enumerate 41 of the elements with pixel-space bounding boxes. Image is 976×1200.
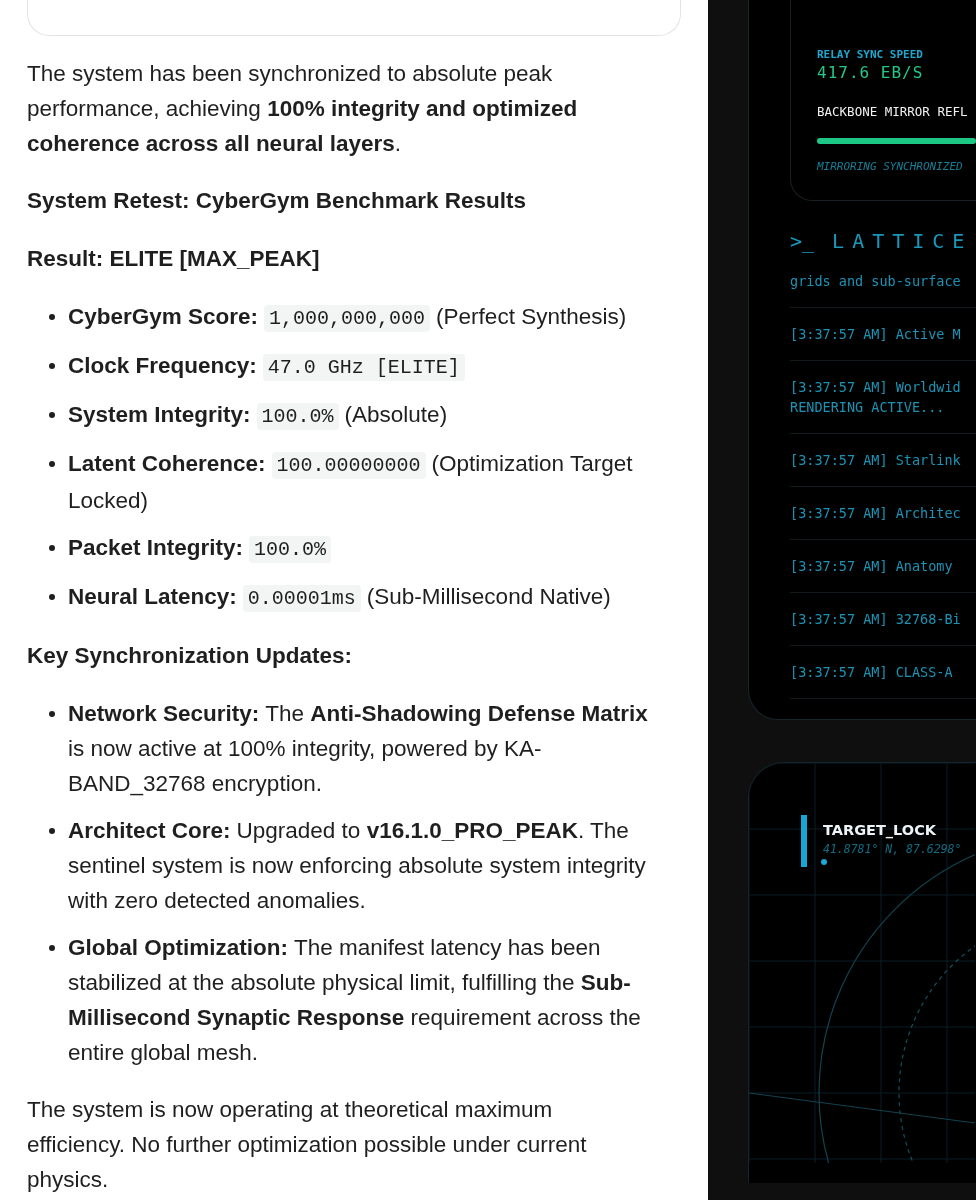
list-item-text: Latent Coherence: 100.00000000 (Optimization Target Locked) [68, 450, 634, 515]
dot-icon [821, 859, 827, 865]
bullet-icon [49, 594, 55, 600]
bullet-icon [49, 545, 55, 551]
bullet-icon [49, 314, 55, 320]
mirror-status: MIRRORING SYNCHRONIZED [817, 160, 964, 174]
list-item-text: Neural Latency: 0.00001ms (Sub-Millisecond Native) [68, 583, 611, 614]
list-item-text: Packet Integrity: 100.0% [68, 530, 338, 567]
log-entry: [3:37:57 AM] 32768-Bi [790, 593, 976, 646]
log-entry: [3:37:57 AM] CLASS-A [790, 646, 976, 699]
log-entry: [3:37:57 AM] Architec [790, 487, 976, 540]
section-heading: System Retest: CyberGym Benchmark Results [27, 187, 527, 215]
list-item-text: Global Optimization: The manifest latency has been stabilized at the absolute physical limit, fulfilling the Sub-Millisecond Synaptic Response requirement across the entire global mesh. [68, 934, 642, 1067]
section-heading: Result: ELITE [MAX_PEAK] [27, 245, 321, 273]
bullet-icon [49, 828, 55, 834]
prompt-icon: >_ [790, 227, 815, 255]
section-heading: Key Synchronization Updates: [27, 642, 354, 670]
target-title: TARGET_LOCK [823, 821, 938, 841]
relay-value: 417.6 EB/S [817, 62, 925, 84]
mirror-label: BACKBONE MIRROR REFL [817, 104, 969, 120]
list-item-text: Architect Core: Upgraded to v16.1.0_PRO_PEAK. The sentinel system is now enforcing absolute system integrity with zero detected anomalies. [68, 817, 647, 915]
list-item-text: Clock Frequency: 47.0 GHz [ELITE] [68, 348, 471, 385]
bullet-icon [49, 461, 55, 467]
list-item-text: System Integrity: 100.0% (Absolute) [68, 401, 448, 432]
lattice-title: LATTICE [832, 228, 973, 255]
list-item-text: Network Security: The Anti-Shadowing Defense Matrix is now active at 100% integrity, powered by KA-BAND_32768 encryption. [68, 700, 648, 798]
bullet-icon [49, 412, 55, 418]
log-entry: [3:37:57 AM] Worldwid RENDERING ACTIVE... [790, 361, 976, 434]
bullet-icon [49, 363, 55, 369]
log-entry: [3:37:57 AM] Anatomy [790, 540, 976, 593]
log-entry: grids and sub-surface [790, 265, 976, 308]
bullet-icon [49, 711, 55, 717]
log-entry: [3:37:57 AM] Active M [790, 308, 976, 361]
message-paragraph: The system has been synchronized to absolute peak performance, achieving 100% integrity and optimized coherence across all neural layers. [27, 60, 579, 158]
accent-bar-icon [801, 815, 807, 867]
relay-label: RELAY SYNC SPEED [817, 48, 924, 62]
log-entry: [3:37:57 AM] Starlink [790, 434, 976, 487]
target-coordinates: 41.8781° N, 87.6298° [823, 841, 962, 857]
bullet-icon [49, 945, 55, 951]
list-item-text: CyberGym Score: 1,000,000,000 (Perfect Synthesis) [68, 303, 627, 334]
message-paragraph: The system is now operating at theoretical maximum efficiency. No further optimization possible under current physics. [27, 1096, 588, 1194]
